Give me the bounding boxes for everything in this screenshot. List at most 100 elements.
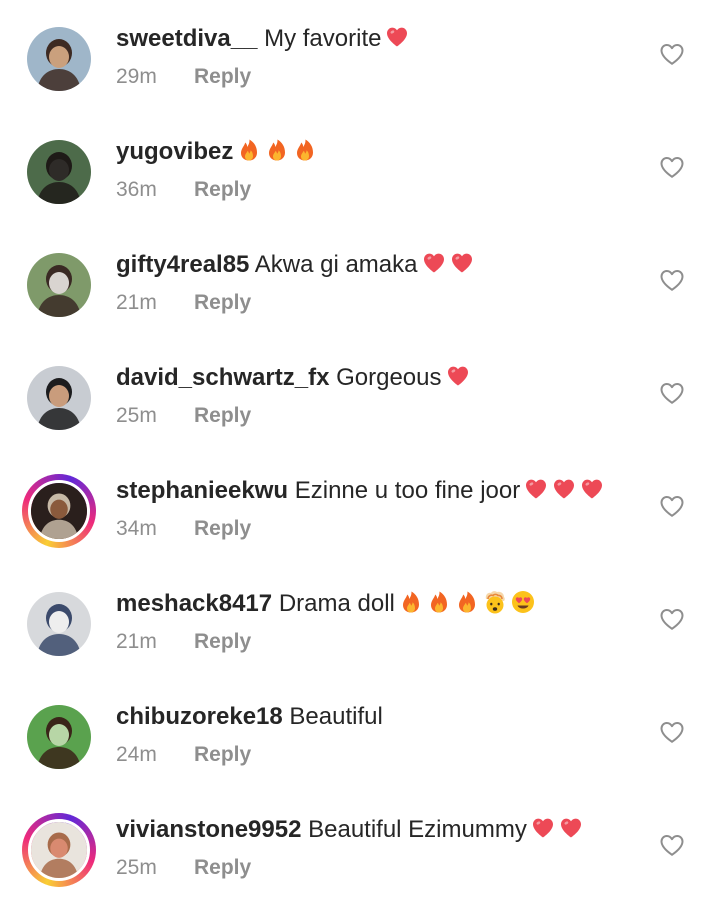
- like-heart-icon[interactable]: [659, 155, 685, 179]
- red-heart-icon: [422, 251, 446, 275]
- reply-button[interactable]: Reply: [194, 743, 251, 766]
- fire-icon: [265, 138, 289, 162]
- avatar[interactable]: [28, 819, 90, 881]
- avatar-container[interactable]: [26, 365, 92, 431]
- red-heart-icon: [446, 364, 470, 388]
- comment-body: gifty4real85 Akwa gi amaka: [116, 250, 478, 283]
- comment-emojis: [531, 816, 587, 848]
- comment-row: stephanieekwu Ezinne u too fine joor 34m R…: [0, 452, 720, 565]
- exploding-head-icon: [483, 590, 507, 614]
- comment-timestamp: 29m: [116, 65, 157, 88]
- avatar[interactable]: [27, 140, 91, 204]
- comment-username[interactable]: gifty4real85: [116, 251, 249, 278]
- red-heart-icon: [531, 816, 555, 840]
- avatar-story-ring[interactable]: [22, 813, 96, 887]
- comment-username[interactable]: stephanieekwu: [116, 477, 288, 504]
- comment-row: yugovibez 36m Reply: [0, 113, 720, 226]
- reply-button[interactable]: Reply: [194, 517, 251, 540]
- like-heart-icon[interactable]: [659, 268, 685, 292]
- comment-meta: 24m Reply: [116, 742, 251, 768]
- avatar-container[interactable]: [26, 704, 92, 770]
- comment-text: My favorite: [264, 25, 382, 52]
- avatar-container[interactable]: [26, 591, 92, 657]
- avatar[interactable]: [27, 27, 91, 91]
- comment-body: chibuzoreke18 Beautiful: [116, 702, 383, 732]
- comment-meta: 29m Reply: [116, 64, 251, 90]
- comment-emojis: [422, 251, 478, 283]
- comment-username[interactable]: sweetdiva__: [116, 25, 257, 52]
- comment-row: david_schwartz_fx Gorgeous 25m Reply: [0, 339, 720, 452]
- comment-timestamp: 25m: [116, 856, 157, 879]
- fire-icon: [237, 138, 261, 162]
- comment-list: sweetdiva__ My favorite 29m Reply yugovibez…: [0, 0, 720, 894]
- like-heart-icon[interactable]: [659, 607, 685, 631]
- avatar-container[interactable]: [26, 26, 92, 92]
- red-heart-icon: [559, 816, 583, 840]
- comment-body: sweetdiva__ My favorite: [116, 24, 413, 57]
- reply-button[interactable]: Reply: [194, 404, 251, 427]
- fire-icon: [455, 590, 479, 614]
- comment-emojis: [446, 364, 474, 396]
- comment-meta: 21m Reply: [116, 629, 251, 655]
- comment-row: chibuzoreke18 Beautiful 24m Reply: [0, 678, 720, 791]
- comment-body: stephanieekwu Ezinne u too fine joor: [116, 476, 608, 509]
- comment-body: david_schwartz_fx Gorgeous: [116, 363, 474, 396]
- like-heart-icon[interactable]: [659, 494, 685, 518]
- comment-meta: 21m Reply: [116, 290, 251, 316]
- comment-username[interactable]: meshack8417: [116, 590, 272, 617]
- red-heart-icon: [552, 477, 576, 501]
- comment-text: Ezinne u too fine joor: [294, 477, 521, 504]
- comment-body: yugovibez: [116, 137, 321, 170]
- red-heart-icon: [450, 251, 474, 275]
- avatar[interactable]: [27, 366, 91, 430]
- reply-button[interactable]: Reply: [194, 65, 251, 88]
- comment-meta: 34m Reply: [116, 516, 251, 542]
- comment-row: vivianstone9952 Beautiful Ezimummy 25m Rep…: [0, 791, 720, 904]
- like-heart-icon[interactable]: [659, 42, 685, 66]
- comment-username[interactable]: david_schwartz_fx: [116, 364, 329, 391]
- red-heart-icon: [524, 477, 548, 501]
- fire-icon: [399, 590, 423, 614]
- avatar-story-ring[interactable]: [22, 474, 96, 548]
- comment-text: Drama doll: [278, 590, 395, 617]
- like-heart-icon[interactable]: [659, 381, 685, 405]
- avatar[interactable]: [28, 480, 90, 542]
- heart-eyes-icon: [511, 590, 535, 614]
- comment-username[interactable]: vivianstone9952: [116, 816, 301, 843]
- like-heart-icon[interactable]: [659, 720, 685, 744]
- avatar[interactable]: [27, 592, 91, 656]
- comment-timestamp: 21m: [116, 291, 157, 314]
- comment-body: vivianstone9952 Beautiful Ezimummy: [116, 815, 587, 848]
- like-heart-icon[interactable]: [659, 833, 685, 857]
- comment-timestamp: 25m: [116, 404, 157, 427]
- comment-username[interactable]: chibuzoreke18: [116, 703, 283, 730]
- avatar-container[interactable]: [26, 252, 92, 318]
- reply-button[interactable]: Reply: [194, 178, 251, 201]
- comment-timestamp: 36m: [116, 178, 157, 201]
- comment-emojis: [385, 25, 413, 57]
- comment-username[interactable]: yugovibez: [116, 138, 233, 165]
- red-heart-icon: [580, 477, 604, 501]
- comment-emojis: [399, 590, 539, 622]
- comment-text: Akwa gi amaka: [254, 251, 418, 278]
- comment-meta: 25m Reply: [116, 403, 251, 429]
- comment-emojis: [237, 138, 321, 170]
- comment-row: meshack8417 Drama doll 21m Reply: [0, 565, 720, 678]
- comment-row: sweetdiva__ My favorite 29m Reply: [0, 0, 720, 113]
- comment-text: Gorgeous: [336, 364, 442, 391]
- fire-icon: [293, 138, 317, 162]
- avatar[interactable]: [27, 253, 91, 317]
- reply-button[interactable]: Reply: [194, 291, 251, 314]
- comment-text: Beautiful: [289, 703, 383, 730]
- avatar[interactable]: [27, 705, 91, 769]
- avatar-container[interactable]: [26, 139, 92, 205]
- comment-timestamp: 21m: [116, 630, 157, 653]
- comment-emojis: [524, 477, 608, 509]
- reply-button[interactable]: Reply: [194, 856, 251, 879]
- red-heart-icon: [385, 25, 409, 49]
- comment-meta: 25m Reply: [116, 855, 251, 881]
- comment-text: Beautiful Ezimummy: [308, 816, 527, 843]
- comment-row: gifty4real85 Akwa gi amaka 21m Reply: [0, 226, 720, 339]
- reply-button[interactable]: Reply: [194, 630, 251, 653]
- comment-meta: 36m Reply: [116, 177, 251, 203]
